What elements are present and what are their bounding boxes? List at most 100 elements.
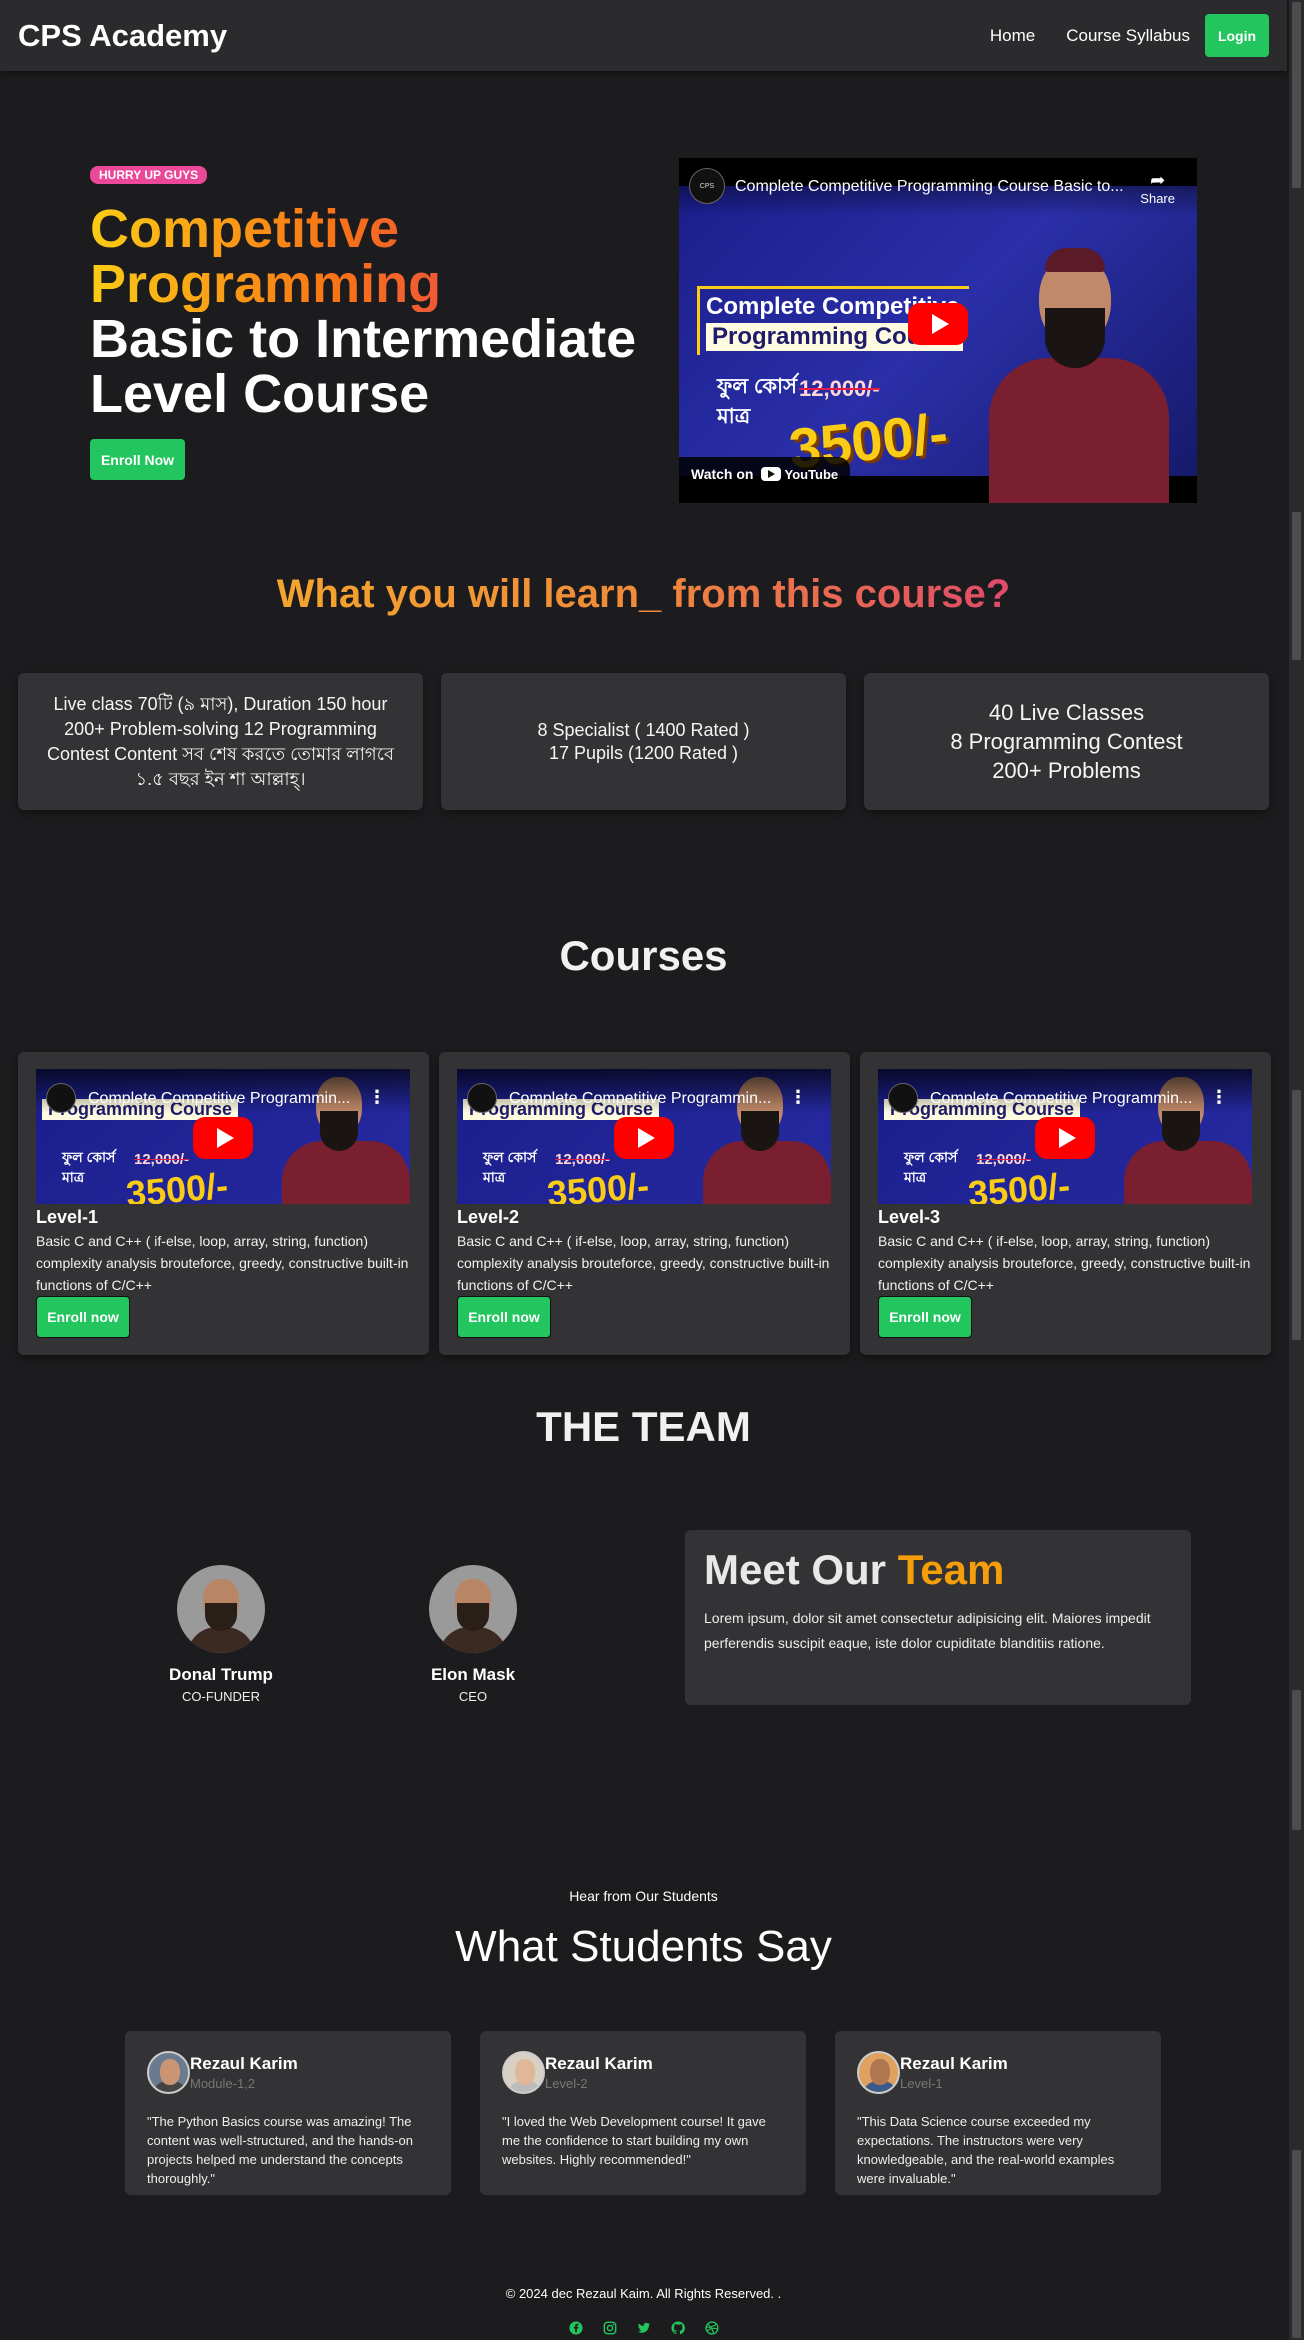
course-video-player[interactable]: Programming Course ফুল কোর্স মাত্র 12,00… bbox=[36, 1069, 410, 1204]
instagram-icon[interactable] bbox=[602, 2320, 618, 2336]
course-video-player[interactable]: Programming Course ফুল কোর্স মাত্র 12,00… bbox=[878, 1069, 1252, 1204]
dribbble-icon[interactable] bbox=[704, 2320, 720, 2336]
video-title[interactable]: Complete Competitive Programmin... bbox=[88, 1090, 378, 1108]
video-bangla-text: ফুল কোর্স মাত্র bbox=[717, 375, 798, 428]
team-member: Elon Mask CEO bbox=[383, 1565, 563, 1704]
video-old-price: 12,000/- bbox=[799, 376, 880, 401]
video-old-price: 12,000/- bbox=[555, 1151, 611, 1168]
member-role: CO-FUNDER bbox=[182, 1689, 260, 1704]
video-bangla-text: ফুল কোর্স মাত্র bbox=[483, 1149, 537, 1185]
learn-card-3: 40 Live Classes 8 Programming Contest 20… bbox=[864, 673, 1269, 810]
hurry-badge: HURRY UP GUYS bbox=[90, 166, 208, 184]
watch-on-label: Watch on bbox=[691, 466, 754, 482]
navbar: CPS Academy Home Course Syllabus Login bbox=[0, 0, 1287, 71]
course-enroll-button[interactable]: Enroll now bbox=[36, 1296, 130, 1338]
meet-title-word: Meet Our bbox=[704, 1546, 887, 1593]
course-level: Level-2 bbox=[457, 1207, 520, 1227]
video-bangla-text: ফুল কোর্স মাত্র bbox=[904, 1149, 958, 1185]
testimonials-title: What Students Say bbox=[455, 1922, 832, 1971]
course-description: Basic C and C++ ( if-else, loop, array, … bbox=[457, 1233, 830, 1293]
student-level: Module-1,2 bbox=[190, 2076, 256, 2091]
hero-title: Competitive Programming Basic to Interme… bbox=[90, 202, 636, 422]
facebook-icon[interactable] bbox=[568, 2320, 584, 2336]
twitter-icon[interactable] bbox=[636, 2320, 652, 2336]
instructor-image bbox=[979, 246, 1179, 503]
video-title[interactable]: Complete Competitive Programming Course … bbox=[735, 178, 1124, 196]
video-price: 3500/- bbox=[966, 1164, 1072, 1204]
more-vert-icon[interactable]: ⋮ bbox=[1210, 1087, 1228, 1108]
meet-our-team-card: Meet Our Team Lorem ipsum, dolor sit ame… bbox=[685, 1530, 1191, 1705]
video-title[interactable]: Complete Competitive Programmin... bbox=[509, 1090, 799, 1108]
github-icon[interactable] bbox=[670, 2320, 686, 2336]
video-bangla-text: ফুল কোর্স মাত্র bbox=[62, 1149, 116, 1185]
play-button[interactable] bbox=[614, 1117, 674, 1159]
testimonials-kicker: Hear from Our Students bbox=[569, 1888, 718, 1904]
more-vert-icon[interactable]: ⋮ bbox=[789, 1087, 807, 1108]
scrollbar-thumb[interactable] bbox=[1292, 1090, 1301, 1340]
meet-description: Lorem ipsum, dolor sit amet consectetur … bbox=[704, 1610, 1151, 1651]
course-card: Programming Course ফুল কোর্স মাত্র 12,00… bbox=[18, 1052, 429, 1355]
student-name: Rezaul Karim bbox=[900, 2054, 1008, 2073]
hero-enroll-button[interactable]: Enroll Now bbox=[90, 439, 185, 480]
avatar bbox=[502, 2051, 545, 2094]
scrollbar-thumb[interactable] bbox=[1292, 1690, 1301, 1830]
page-scrollbar[interactable] bbox=[1289, 0, 1304, 2340]
student-level: Level-2 bbox=[545, 2076, 588, 2091]
course-level: Level-1 bbox=[36, 1207, 99, 1227]
course-description: Basic C and C++ ( if-else, loop, array, … bbox=[36, 1233, 409, 1293]
channel-avatar[interactable] bbox=[888, 1083, 918, 1113]
hero-title-line-1: Competitive bbox=[90, 202, 636, 257]
meet-title-accent: Team bbox=[897, 1546, 1005, 1593]
watch-on-youtube[interactable]: Watch on YouTube bbox=[679, 457, 851, 491]
channel-avatar[interactable]: CPS bbox=[689, 168, 725, 204]
avatar bbox=[147, 2051, 190, 2094]
learn-title-text: What you will learn_ from this course? bbox=[276, 572, 1011, 616]
courses-section-title: Courses bbox=[559, 932, 728, 979]
testimonial-card: Rezaul Karim Level-2 "I loved the Web De… bbox=[480, 2031, 806, 2195]
channel-avatar[interactable] bbox=[46, 1083, 76, 1113]
footer-copyright: © 2024 dec Rezaul Kaim. All Rights Reser… bbox=[505, 2286, 782, 2301]
scrollbar-thumb[interactable] bbox=[1292, 2150, 1301, 2338]
video-price: 3500/- bbox=[124, 1164, 230, 1204]
video-old-price: 12,000/- bbox=[976, 1151, 1032, 1168]
student-level: Level-1 bbox=[900, 2076, 943, 2091]
course-enroll-button[interactable]: Enroll now bbox=[878, 1296, 972, 1338]
course-video-player[interactable]: Programming Course ফুল কোর্স মাত্র 12,00… bbox=[457, 1069, 831, 1204]
share-icon: ➦ bbox=[1150, 170, 1166, 190]
student-name: Rezaul Karim bbox=[545, 2054, 653, 2073]
channel-avatar[interactable] bbox=[467, 1083, 497, 1113]
play-button[interactable] bbox=[193, 1117, 253, 1159]
learn-card-1: Live class 70টি (৯ মাস), Duration 150 ho… bbox=[18, 673, 423, 810]
play-button[interactable] bbox=[1035, 1117, 1095, 1159]
course-card: Programming Course ফুল কোর্স মাত্র 12,00… bbox=[439, 1052, 850, 1355]
more-vert-icon[interactable]: ⋮ bbox=[368, 1087, 386, 1108]
course-enroll-button[interactable]: Enroll now bbox=[457, 1296, 551, 1338]
share-button[interactable]: ➦ Share bbox=[1140, 170, 1175, 206]
nav-links: Home Course Syllabus Login bbox=[959, 14, 1269, 57]
brand-logo[interactable]: CPS Academy bbox=[18, 18, 227, 54]
avatar bbox=[177, 1565, 265, 1653]
learn-card-text: Live class 70টি (৯ মাস), Duration 150 ho… bbox=[47, 693, 394, 789]
scrollbar-thumb[interactable] bbox=[1292, 2, 1301, 188]
video-price: 3500/- bbox=[545, 1164, 651, 1204]
hero-title-line-2: Programming bbox=[90, 257, 636, 312]
course-description: Basic C and C++ ( if-else, loop, array, … bbox=[878, 1233, 1251, 1293]
member-name: Elon Mask bbox=[430, 1665, 516, 1684]
nav-link-home[interactable]: Home bbox=[990, 26, 1035, 46]
scrollbar-thumb[interactable] bbox=[1292, 512, 1301, 660]
hero-video-player[interactable]: Complete Competitive Programming Course … bbox=[679, 158, 1197, 503]
play-button[interactable] bbox=[908, 303, 968, 345]
login-button[interactable]: Login bbox=[1205, 14, 1269, 57]
video-old-price: 12,000/- bbox=[134, 1151, 190, 1168]
hero-title-line-3: Basic to Intermediate bbox=[90, 309, 637, 369]
hero-title-line-4: Level Course bbox=[90, 364, 430, 424]
team-member: Donal Trump CO-FUNDER bbox=[131, 1565, 311, 1704]
testimonial-card: Rezaul Karim Module-1,2 "The Python Basi… bbox=[125, 2031, 451, 2195]
learn-card-text: 8 Specialist ( 1400 Rated ) 17 Pupils (1… bbox=[537, 719, 750, 763]
video-title[interactable]: Complete Competitive Programmin... bbox=[930, 1090, 1220, 1108]
share-label: Share bbox=[1140, 191, 1175, 206]
testimonial-quote: "I loved the Web Development course! It … bbox=[502, 2114, 766, 2167]
course-level: Level-3 bbox=[878, 1207, 941, 1227]
testimonial-quote: "The Python Basics course was amazing! T… bbox=[147, 2114, 413, 2186]
nav-link-course-syllabus[interactable]: Course Syllabus bbox=[1066, 26, 1190, 46]
